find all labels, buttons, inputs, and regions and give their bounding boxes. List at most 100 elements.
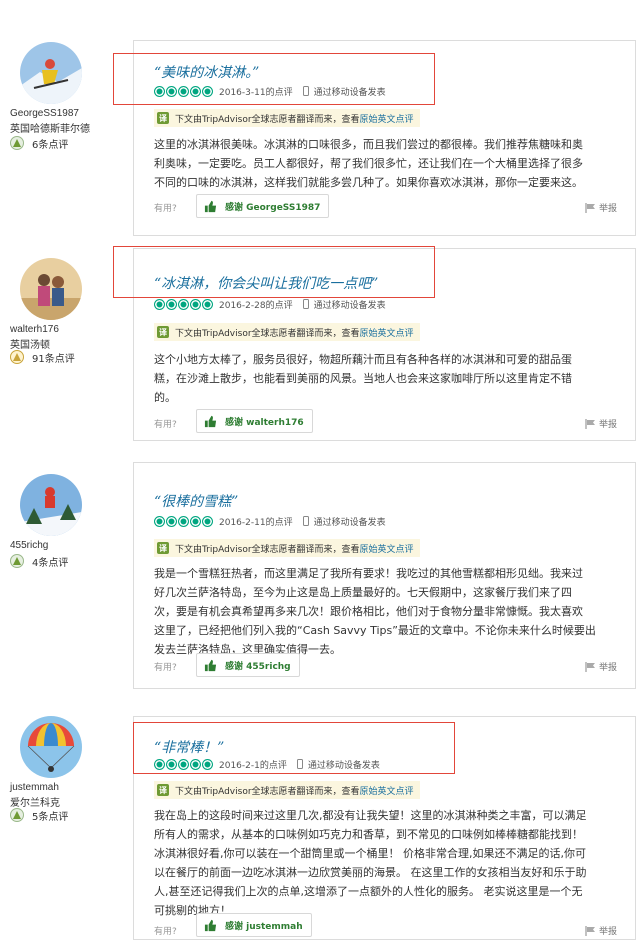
thumbs-up-icon (204, 919, 217, 931)
useful-label: 有用? (154, 663, 177, 673)
flag-icon (585, 418, 595, 429)
contributor-badge-icon (10, 136, 24, 150)
translation-note: 下文由TripAdvisor全球志愿者翻译而来，查看 (175, 786, 360, 797)
avatar[interactable] (20, 716, 82, 778)
mobile-label: 通过移动设备发表 (313, 517, 386, 528)
review-body-line: 好几次兰萨洛特岛，至今为止这是岛上质量最好的。七天假期中，这家餐厅我们来了四 (154, 586, 572, 599)
original-review-link[interactable]: 原始英文点评 (360, 784, 414, 797)
review-body-line: 以在餐厅的前面一边吃冰淇淋一边欣赏美丽的海景。 在这里工作的女孩相当友好和乐于助 (154, 866, 587, 879)
review-card: “冰淇淋，你会尖叫让我们吃一点吧” 2016-2-28的点评 通过移动设备发表 … (133, 248, 636, 441)
review-body-line: 不同的口味的冰淇淋，这样我们就能多尝几种了。如果你喜欢冰淇淋，那你一定要来这。 (154, 176, 583, 189)
review-count[interactable]: 4条点评 (32, 554, 68, 569)
contributor-badge-icon (10, 808, 24, 822)
reviewer-name[interactable]: walterh176 (10, 324, 59, 335)
translate-icon: 译 (157, 112, 169, 124)
thumbs-up-icon (204, 415, 217, 427)
review-card: “非常棒！” 2016-2-1的点评 通过移动设备发表 译 下文由TripAdv… (133, 716, 636, 940)
mobile-device-icon (302, 86, 309, 96)
review-body-line: 这里了，已经把他们列入我的“Cash Savvy Tips”最近的文章中。不论你… (154, 624, 596, 637)
review-body-line: 利奥味，一定要吃。员工人都很好，帮了我们很多忙，还让我们在一个大桶里选择了很多 (154, 157, 583, 170)
review-body-line: 糕，在沙滩上散步，也能看到美丽的风景。当地人也会来这家咖啡厅所以这里肯定不错 (154, 372, 572, 385)
mobile-device-icon (302, 516, 309, 526)
report-link[interactable]: 举报 (585, 660, 617, 673)
flag-icon (585, 202, 595, 213)
reviewer-name[interactable]: justemmah (10, 782, 59, 793)
useful-label: 有用? (154, 420, 177, 430)
review-body-line: 我在岛上的这段时间来过这里几次,都没有让我失望！这里的冰淇淋种类之丰富，可以满足 (154, 809, 587, 822)
avatar[interactable] (20, 42, 82, 104)
thanks-label: 感谢 walterh176 (225, 417, 304, 428)
thanks-label: 感谢 GeorgeSS1987 (225, 202, 321, 213)
review-title[interactable]: “冰淇淋，你会尖叫让我们吃一点吧” (154, 273, 378, 293)
review-body-line: 的。 (154, 391, 176, 404)
rating-bubbles-icon (154, 758, 214, 770)
translation-notice: 译 下文由TripAdvisor全球志愿者翻译而来，查看 原始英文点评 (154, 323, 420, 341)
review-date: 2016-2-28的点评 (219, 300, 293, 311)
review-count[interactable]: 5条点评 (32, 808, 68, 823)
translation-notice: 译 下文由TripAdvisor全球志愿者翻译而来，查看 原始英文点评 (154, 109, 420, 127)
review-count[interactable]: 6条点评 (32, 136, 68, 151)
contributor-badge-icon (10, 554, 24, 568)
review-title[interactable]: “很棒的雪糕” (154, 491, 238, 511)
rating-bubbles-icon (154, 298, 214, 310)
rating-bubbles-icon (154, 515, 214, 527)
review-body-line: 这个小地方太棒了，服务员很好，物超所藕汁而且有各种各样的冰淇淋和可爱的甜品蛋 (154, 353, 572, 366)
mobile-label: 通过移动设备发表 (307, 760, 380, 771)
flag-icon (585, 925, 595, 936)
report-link[interactable]: 举报 (585, 924, 617, 937)
translate-icon: 译 (157, 784, 169, 796)
report-link[interactable]: 举报 (585, 201, 617, 214)
translation-notice: 译 下文由TripAdvisor全球志愿者翻译而来，查看 原始英文点评 (154, 539, 420, 557)
review-body-line: 人,甚至还记得我们上次的点单,这增添了一点额外的人性化的服务。 老实说这里是一个… (154, 885, 583, 898)
mobile-label: 通过移动设备发表 (313, 300, 386, 311)
review-date: 2016-3-11的点评 (219, 87, 293, 98)
reviewer-name[interactable]: 455richg (10, 540, 48, 551)
review-meta: 2016-3-11的点评 通过移动设备发表 (154, 84, 386, 98)
review-meta: 2016-2-11的点评 通过移动设备发表 (154, 514, 386, 528)
thanks-label: 感谢 justemmah (225, 921, 303, 932)
review-card: “很棒的雪糕” 2016-2-11的点评 通过移动设备发表 译 下文由TripA… (133, 462, 636, 689)
review-date: 2016-2-1的点评 (219, 760, 287, 771)
translation-note: 下文由TripAdvisor全球志愿者翻译而来，查看 (175, 114, 360, 125)
rating-bubbles-icon (154, 85, 214, 97)
thanks-button[interactable]: 感谢 455richg (196, 653, 300, 677)
translation-note: 下文由TripAdvisor全球志愿者翻译而来，查看 (175, 544, 360, 555)
review-body-line: 这里的冰淇淋很美味。冰淇淋的口味很多，而且我们尝过的都很棒。我们推荐焦糖味和奥 (154, 138, 583, 151)
report-link[interactable]: 举报 (585, 417, 617, 430)
report-label: 举报 (598, 927, 617, 937)
report-label: 举报 (598, 204, 617, 214)
mobile-device-icon (302, 299, 309, 309)
original-review-link[interactable]: 原始英文点评 (360, 326, 414, 339)
avatar[interactable] (20, 258, 82, 320)
review-count[interactable]: 91条点评 (32, 350, 75, 365)
translation-note: 下文由TripAdvisor全球志愿者翻译而来，查看 (175, 328, 360, 339)
useful-label: 有用? (154, 927, 177, 937)
thumbs-up-icon (204, 200, 217, 212)
mobile-label: 通过移动设备发表 (313, 87, 386, 98)
review-title[interactable]: “美味的冰淇淋。” (154, 62, 259, 82)
flag-icon (585, 661, 595, 672)
review-count-row: 4条点评 (10, 553, 110, 569)
original-review-link[interactable]: 原始英文点评 (360, 542, 414, 555)
review-title[interactable]: “非常棒！” (154, 737, 224, 757)
thanks-button[interactable]: 感谢 justemmah (196, 913, 312, 937)
review-body: 我是一个雪糕狂热者，而这里满足了我所有要求！我吃过的其他雪糕都相形见绌。我来过 … (154, 564, 619, 659)
review-body: 我在岛上的这段时间来过这里几次,都没有让我失望！这里的冰淇淋种类之丰富，可以满足… (154, 806, 619, 920)
review-body-line: 次，要是有机会真希望再多来几次！跟价格相比，他们对于食物分量非常慷慨。我太喜欢 (154, 605, 583, 618)
review-meta: 2016-2-1的点评 通过移动设备发表 (154, 757, 380, 771)
thanks-button[interactable]: 感谢 walterh176 (196, 409, 313, 433)
translate-icon: 译 (157, 542, 169, 554)
thanks-label: 感谢 455richg (225, 661, 291, 672)
review-body: 这个小地方太棒了，服务员很好，物超所藕汁而且有各种各样的冰淇淋和可爱的甜品蛋 糕… (154, 350, 619, 407)
thumbs-up-icon (204, 659, 217, 671)
reviewer-name[interactable]: GeorgeSS1987 (10, 108, 79, 119)
thanks-button[interactable]: 感谢 GeorgeSS1987 (196, 194, 330, 218)
review-count-row: 5条点评 (10, 807, 110, 823)
avatar[interactable] (20, 474, 82, 536)
original-review-link[interactable]: 原始英文点评 (360, 112, 414, 125)
review-body-line: 我是一个雪糕狂热者，而这里满足了我所有要求！我吃过的其他雪糕都相形见绌。我来过 (154, 567, 583, 580)
useful-label: 有用? (154, 204, 177, 214)
report-label: 举报 (598, 420, 617, 430)
review-date: 2016-2-11的点评 (219, 517, 293, 528)
review-count-row: 6条点评 (10, 135, 110, 151)
